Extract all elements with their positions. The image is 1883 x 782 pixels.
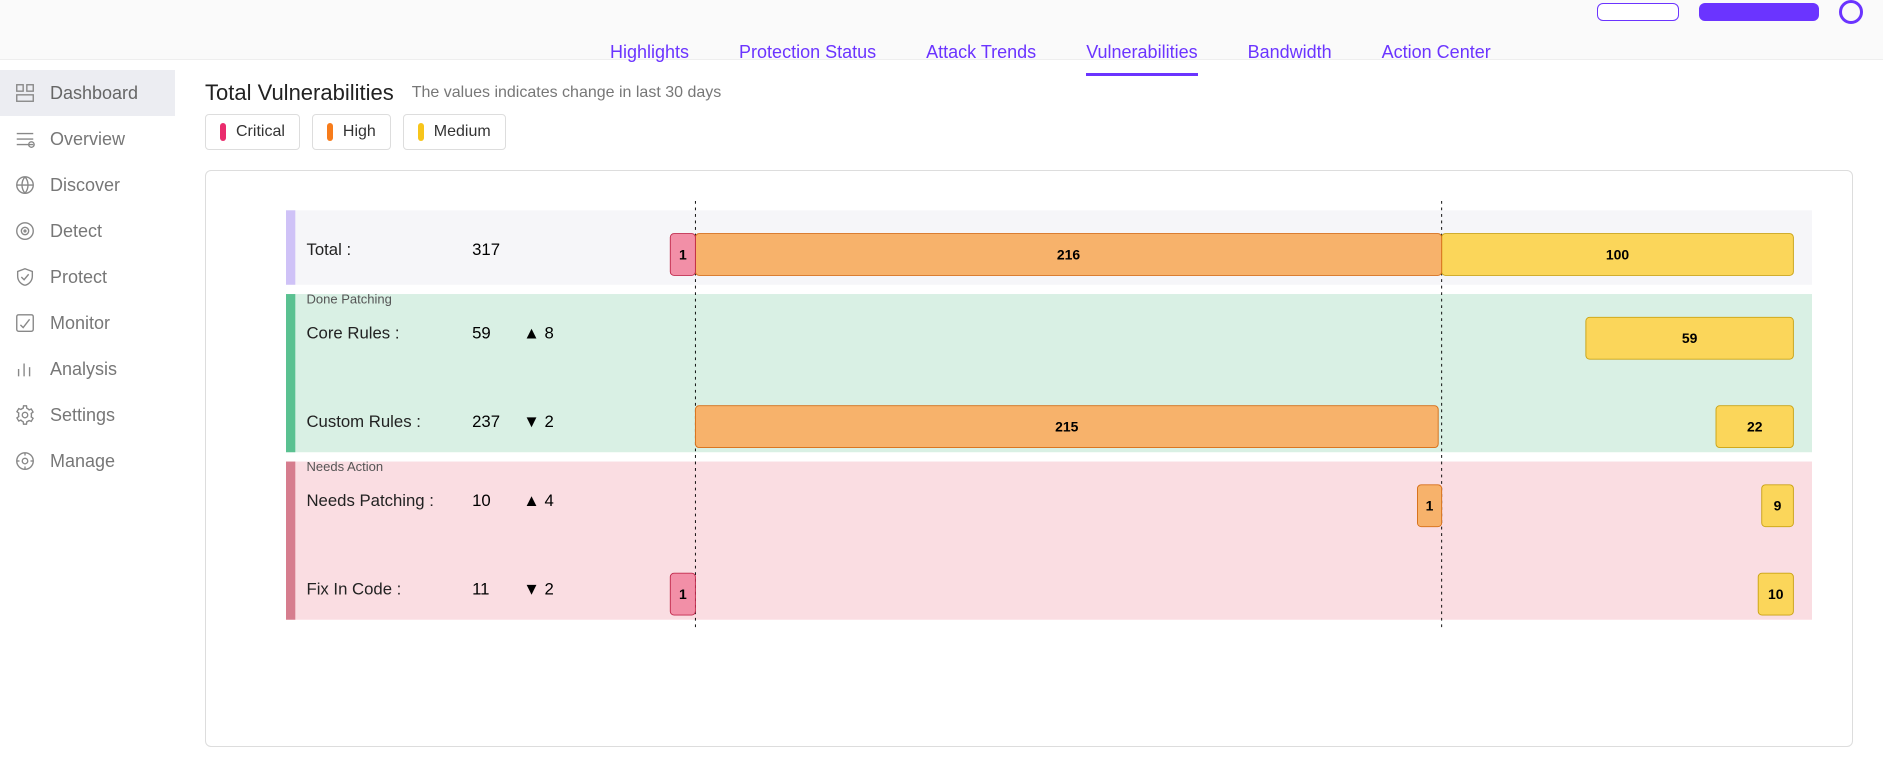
svg-text:216: 216 <box>1057 247 1081 263</box>
svg-text:11: 11 <box>472 580 489 599</box>
manage-icon <box>14 450 36 472</box>
top-primary-button[interactable] <box>1699 3 1819 21</box>
sidebar-item-discover[interactable]: Discover <box>0 162 175 208</box>
sidebar-item-label: Analysis <box>50 359 117 380</box>
tab-highlights[interactable]: Highlights <box>610 42 689 76</box>
svg-text:59: 59 <box>1682 330 1698 346</box>
page-subtitle: The values indicates change in last 30 d… <box>412 84 722 102</box>
tab-bandwidth[interactable]: Bandwidth <box>1248 42 1332 76</box>
svg-text:317: 317 <box>472 240 500 259</box>
svg-text:10: 10 <box>1768 586 1784 602</box>
svg-text:237: 237 <box>472 412 500 431</box>
svg-text:Done Patching: Done Patching <box>306 291 391 306</box>
legend-medium-label: Medium <box>434 123 491 141</box>
svg-text:Needs Patching :: Needs Patching : <box>306 491 433 510</box>
settings-icon <box>14 404 36 426</box>
overview-icon <box>14 128 36 150</box>
tab-action-center[interactable]: Action Center <box>1382 42 1491 76</box>
legend-high-label: High <box>343 123 376 141</box>
svg-text:22: 22 <box>1747 419 1763 435</box>
pill-high-icon <box>327 123 333 141</box>
svg-text:Core Rules :: Core Rules : <box>306 324 399 343</box>
protect-icon <box>14 266 36 288</box>
svg-text:Custom Rules :: Custom Rules : <box>306 412 420 431</box>
sidebar: Dashboard Overview Discover Detect Protect Mo… <box>0 60 175 767</box>
svg-text:Total :: Total : <box>306 240 351 259</box>
help-icon[interactable] <box>1839 0 1863 24</box>
top-tabs: Highlights Protection Status Attack Trends… <box>610 42 1491 76</box>
svg-text:▼ 2: ▼ 2 <box>523 412 554 431</box>
svg-text:▲ 8: ▲ 8 <box>523 324 554 343</box>
pill-medium-icon <box>418 123 424 141</box>
legend-medium[interactable]: Medium <box>403 114 506 150</box>
svg-text:100: 100 <box>1606 247 1630 263</box>
sidebar-item-overview[interactable]: Overview <box>0 116 175 162</box>
sidebar-item-label: Manage <box>50 451 115 472</box>
dashboard-icon <box>14 82 36 104</box>
svg-text:Needs Action: Needs Action <box>306 459 383 474</box>
sidebar-item-label: Monitor <box>50 313 110 334</box>
discover-icon <box>14 174 36 196</box>
svg-text:215: 215 <box>1055 419 1079 435</box>
legend: Critical High Medium <box>205 114 1853 150</box>
tab-vulnerabilities[interactable]: Vulnerabilities <box>1086 42 1197 76</box>
sidebar-item-detect[interactable]: Detect <box>0 208 175 254</box>
legend-high[interactable]: High <box>312 114 391 150</box>
top-outline-button[interactable] <box>1597 3 1679 21</box>
svg-text:59: 59 <box>472 324 491 343</box>
monitor-icon <box>14 312 36 334</box>
sidebar-item-monitor[interactable]: Monitor <box>0 300 175 346</box>
vulnerabilities-chart: Total : 317 100 216 1 Done Patching Core Rules… <box>286 201 1812 681</box>
svg-text:1: 1 <box>1426 498 1434 514</box>
content: Total Vulnerabilities The values indicat… <box>175 60 1883 767</box>
analysis-icon <box>14 358 36 380</box>
sidebar-item-label: Overview <box>50 129 125 150</box>
svg-text:Fix In Code :: Fix In Code : <box>306 580 401 599</box>
page-title: Total Vulnerabilities <box>205 80 394 106</box>
svg-text:1: 1 <box>679 586 687 602</box>
top-right-controls <box>1597 0 1863 24</box>
svg-text:10: 10 <box>472 491 491 510</box>
legend-critical[interactable]: Critical <box>205 114 300 150</box>
sidebar-item-protect[interactable]: Protect <box>0 254 175 300</box>
sidebar-item-manage[interactable]: Manage <box>0 438 175 484</box>
sidebar-item-label: Settings <box>50 405 115 426</box>
tab-protection-status[interactable]: Protection Status <box>739 42 876 76</box>
sidebar-item-settings[interactable]: Settings <box>0 392 175 438</box>
pill-critical-icon <box>220 123 226 141</box>
svg-text:1: 1 <box>679 247 687 263</box>
chart-card: Total : 317 100 216 1 Done Patching Core Rules… <box>205 170 1853 747</box>
tab-attack-trends[interactable]: Attack Trends <box>926 42 1036 76</box>
sidebar-item-label: Dashboard <box>50 83 138 104</box>
sidebar-item-dashboard[interactable]: Dashboard <box>0 70 175 116</box>
sidebar-item-label: Detect <box>50 221 102 242</box>
top-bar: HighlightsProtection StatusAttack Trends… <box>0 0 1883 60</box>
svg-text:9: 9 <box>1774 498 1782 514</box>
sidebar-item-analysis[interactable]: Analysis <box>0 346 175 392</box>
detect-icon <box>14 220 36 242</box>
svg-text:▼ 2: ▼ 2 <box>523 580 554 599</box>
legend-critical-label: Critical <box>236 123 285 141</box>
sidebar-item-label: Discover <box>50 175 120 196</box>
sidebar-item-label: Protect <box>50 267 107 288</box>
svg-text:▲ 4: ▲ 4 <box>523 491 554 510</box>
